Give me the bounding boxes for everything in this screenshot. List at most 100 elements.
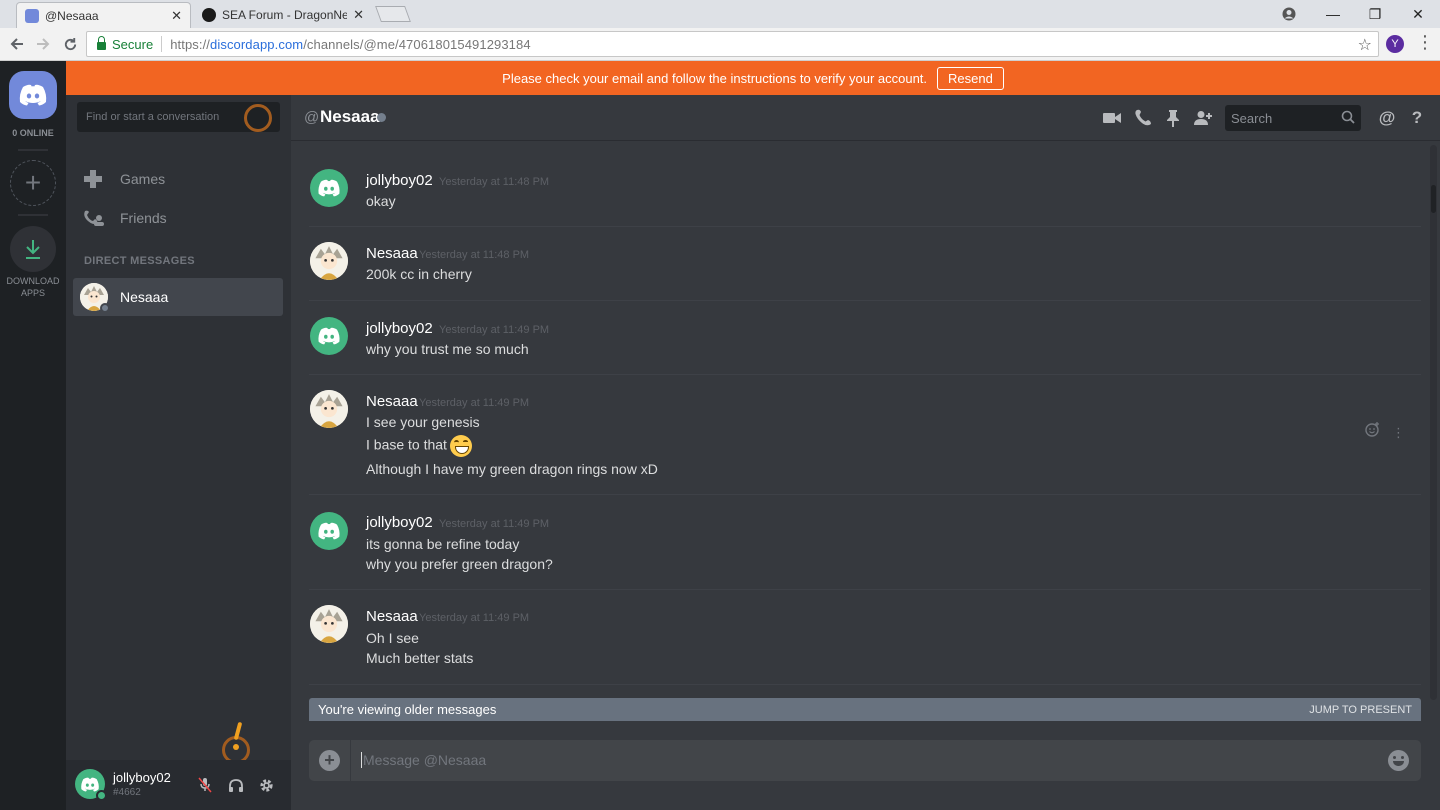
browser-menu-icon[interactable]: ⋮ [1416,32,1434,53]
message-timestamp: Yesterday at 11:49 PM [419,612,530,624]
download-apps-label: DOWNLOAD APPS [6,276,60,298]
discord-logo-icon [318,179,340,197]
jump-to-present-button[interactable]: JUMP TO PRESENT [1309,704,1412,716]
at-symbol: @ [304,109,320,126]
message-author[interactable]: jollyboy02 [366,172,433,189]
avatar[interactable] [310,512,348,550]
friends-icon [82,209,104,227]
tab-close-icon[interactable]: ✕ [171,8,182,24]
verify-email-banner: Please check your email and follow the i… [66,61,1440,95]
voice-call-icon[interactable] [1132,107,1154,129]
help-icon[interactable]: ? [1406,107,1428,129]
add-server-button[interactable]: + [10,160,56,206]
profile-avatar[interactable]: Y [1386,35,1404,53]
avatar[interactable] [310,605,348,643]
message-actions: ⋮ [1365,422,1405,441]
message-text: Although I have my green dragon rings no… [366,461,658,477]
message-input[interactable]: Message @Nesaaa [361,752,486,768]
sidebar-item-label: Games [120,171,166,187]
add-reaction-icon[interactable] [1365,422,1384,440]
discord-logo-icon [318,327,340,345]
message-text: 200k cc in cherry [366,266,472,282]
mentions-icon[interactable]: @ [1376,107,1398,129]
lock-icon [97,36,106,50]
discord-home-button[interactable] [9,71,57,119]
search-input[interactable]: Search [1225,105,1361,131]
dm-item-nesaaa[interactable]: Nesaaa [73,278,283,316]
close-window-button[interactable]: ✕ [1398,0,1438,28]
forward-arrow-icon[interactable] [31,32,55,56]
channel-title: Nesaaa [320,107,380,126]
message-group: Nesaaa Yesterday at 11:48 PM 200k cc in … [309,228,1421,301]
dragonnest-favicon-icon [202,8,216,22]
avatar[interactable] [310,242,348,280]
older-messages-text: You're viewing older messages [318,702,497,717]
message-author[interactable]: jollyboy02 [366,514,433,531]
tab-title: @Nesaaa [45,8,99,23]
avatar[interactable] [310,390,348,428]
add-friend-to-dm-icon[interactable] [1192,107,1214,129]
username: jollyboy02 [113,770,171,785]
direct-messages-header: DIRECT MESSAGES [84,255,195,267]
scrollbar-thumb[interactable] [1431,185,1436,213]
new-tab-button[interactable] [375,6,411,22]
gamepad-icon [82,170,104,188]
reload-icon[interactable] [58,32,82,56]
message-author[interactable]: jollyboy02 [366,320,433,337]
resend-button[interactable]: Resend [937,66,1004,90]
pinned-messages-icon[interactable] [1162,107,1184,129]
message-group: jollyboy02 Yesterday at 11:49 PM why you… [309,302,1421,375]
emoji-picker-icon[interactable] [1388,750,1409,771]
user-settings-button[interactable] [255,774,277,796]
status-offline-icon [377,113,386,122]
upload-plus-icon[interactable]: + [319,750,340,771]
deafen-button[interactable] [225,774,247,796]
status-online-icon [96,790,107,801]
discord-logo-icon [318,522,340,540]
tab-close-icon[interactable]: ✕ [353,7,364,23]
message-author[interactable]: Nesaaa [366,245,418,262]
avatar[interactable] [310,169,348,207]
url-input[interactable]: Secure https://discordapp.com/channels/@… [86,31,1379,57]
video-call-icon[interactable] [1101,107,1123,129]
message-text: okay [366,193,396,209]
discord-favicon-icon [25,8,39,23]
message-text: I base to that [366,435,472,457]
restore-button[interactable]: ❐ [1355,0,1395,28]
discord-logo-icon [81,777,99,791]
message-composer: + Message @Nesaaa [309,740,1421,781]
message-text: I see your genesis [366,414,480,430]
search-icon [1341,110,1355,127]
tab-discord[interactable]: @Nesaaa ✕ [16,2,191,28]
messages-scrollbar[interactable] [1430,145,1437,700]
avatar[interactable] [310,317,348,355]
mute-microphone-button[interactable] [194,774,216,796]
more-options-icon[interactable]: ⋮ [1392,425,1405,440]
dm-sidebar: Find or start a conversation Games Frien… [66,95,291,810]
profile-menu-icon[interactable] [1269,0,1309,28]
grinning-emoji-icon [449,435,472,457]
tab-dragonnest[interactable]: SEA Forum - DragonNest ✕ [194,2,372,28]
bookmark-star-icon[interactable]: ☆ [1358,35,1372,55]
message-text: why you trust me so much [366,341,529,357]
message-text: Oh I see [366,630,419,646]
download-apps-button[interactable] [10,226,56,272]
sidebar-item-games[interactable]: Games [82,162,282,196]
message-author[interactable]: Nesaaa [366,608,418,625]
online-count: 0 ONLINE [12,128,54,138]
avatar[interactable] [75,769,107,801]
dm-name: Nesaaa [120,289,169,305]
message-text: its gonna be refine today [366,536,520,552]
older-messages-bar: You're viewing older messages JUMP TO PR… [309,698,1421,721]
status-offline-icon [100,303,110,313]
minimize-button[interactable]: — [1313,0,1353,28]
sidebar-item-friends[interactable]: Friends [82,201,282,235]
address-bar: Secure https://discordapp.com/channels/@… [0,28,1440,61]
back-arrow-icon[interactable] [5,32,29,56]
microphone-muted-icon [198,777,212,793]
find-conversation-input[interactable]: Find or start a conversation [77,102,280,132]
gear-icon [259,778,273,792]
message-list: jollyboy02 Yesterday at 11:48 PM okay Ne… [291,141,1440,701]
message-author[interactable]: Nesaaa [366,393,418,410]
message-group: jollyboy02 Yesterday at 11:48 PM okay [309,154,1421,227]
